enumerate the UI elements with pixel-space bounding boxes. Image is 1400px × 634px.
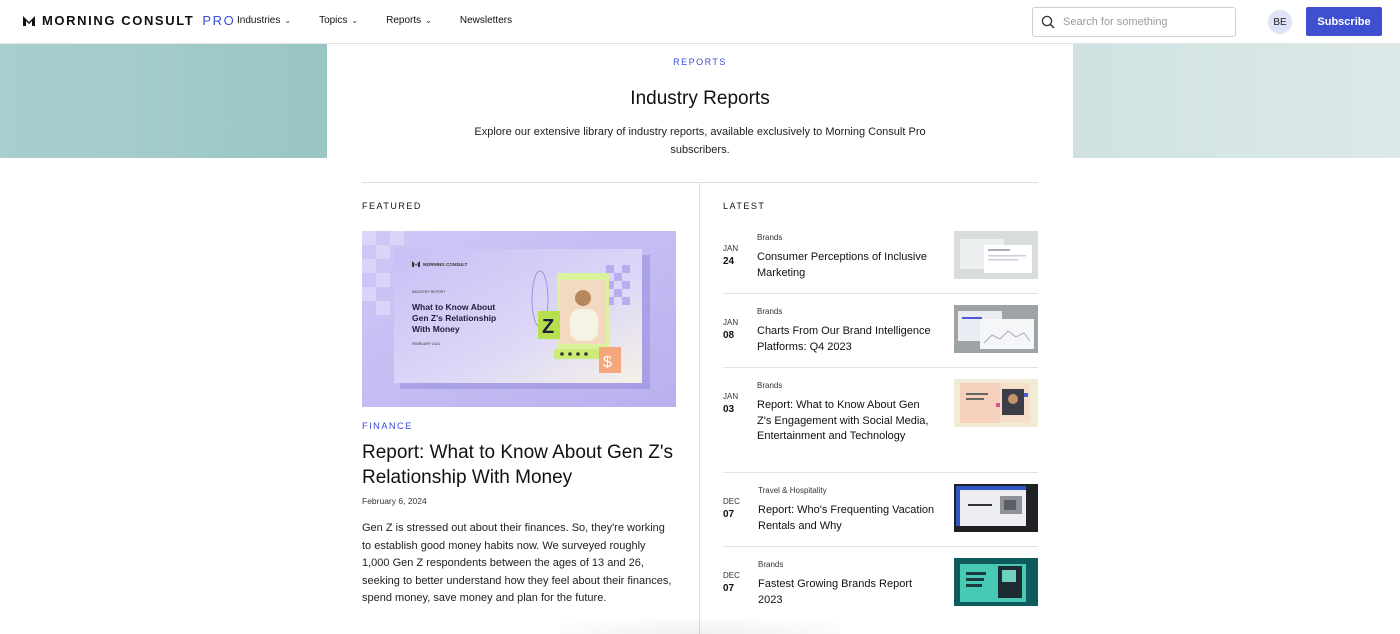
scroll-fade: [560, 620, 840, 634]
item-day: 07: [723, 583, 735, 594]
page-eyebrow: REPORTS: [673, 57, 727, 67]
latest-item[interactable]: JAN 08 Brands Charts From Our Brand Inte…: [723, 305, 1038, 368]
item-month: JAN: [723, 392, 739, 401]
latest-item[interactable]: DEC 07 Brands Fastest Growing Brands Rep…: [723, 558, 1038, 620]
search-input[interactable]: [1063, 16, 1223, 28]
item-category[interactable]: Brands: [758, 560, 783, 569]
featured-section-label: FEATURED: [362, 201, 422, 211]
item-category[interactable]: Brands: [757, 381, 782, 390]
nav-topics-label: Topics: [319, 15, 348, 26]
latest-section-label: LATEST: [723, 201, 766, 211]
nav-industries-label: Industries: [237, 15, 281, 26]
item-title[interactable]: Fastest Growing Brands Report 2023: [758, 577, 938, 608]
svg-text:FEBRUARY 2024: FEBRUARY 2024: [412, 342, 440, 346]
svg-text:$: $: [603, 354, 612, 371]
featured-report-image[interactable]: MORNING CONSULT INDUSTRY REPORT What to …: [362, 231, 676, 407]
featured-summary: Gen Z is stressed out about their financ…: [362, 522, 672, 604]
logo-text: MORNING CONSULT: [42, 13, 195, 28]
hero-decoration-left: [0, 44, 327, 158]
nav-reports[interactable]: Reports ⌄: [386, 15, 432, 26]
main-menu: Industries ⌄ Topics ⌄ Reports ⌄ Newslett…: [237, 15, 512, 26]
featured-title[interactable]: Report: What to Know About Gen Z's Relat…: [362, 440, 682, 490]
search-icon: [1041, 15, 1055, 29]
chevron-down-icon: ⌄: [284, 16, 292, 25]
item-month: JAN: [723, 244, 739, 253]
item-day: 08: [723, 330, 735, 341]
svg-text:MORNING CONSULT: MORNING CONSULT: [423, 262, 468, 267]
column-divider: [699, 183, 700, 634]
search-box[interactable]: [1032, 7, 1236, 37]
hero-decoration-right: [1073, 44, 1400, 158]
svg-text:INDUSTRY REPORT: INDUSTRY REPORT: [412, 290, 446, 294]
latest-item[interactable]: JAN 03 Brands Report: What to Know About…: [723, 379, 1038, 473]
item-month: DEC: [723, 497, 740, 506]
item-separator: [723, 293, 1038, 294]
nav-newsletters[interactable]: Newsletters: [460, 15, 512, 26]
page-description: Explore our extensive library of industr…: [474, 126, 926, 156]
nav-reports-label: Reports: [386, 15, 422, 26]
item-day: 03: [723, 404, 735, 415]
item-day: 07: [723, 509, 735, 520]
top-navigation: MORNING CONSULT PRO Industries ⌄ Topics …: [0, 0, 1400, 44]
nav-industries[interactable]: Industries ⌄: [237, 15, 291, 26]
item-thumbnail[interactable]: [954, 379, 1038, 427]
item-category[interactable]: Brands: [757, 233, 782, 242]
logo-pro-suffix: PRO: [202, 13, 236, 28]
item-separator: [723, 367, 1038, 368]
nav-topics[interactable]: Topics ⌄: [319, 15, 358, 26]
item-thumbnail[interactable]: [954, 558, 1038, 606]
item-separator: [723, 472, 1038, 473]
user-avatar[interactable]: BE: [1268, 10, 1292, 34]
item-title[interactable]: Consumer Perceptions of Inclusive Market…: [757, 250, 937, 281]
item-title[interactable]: Report: Who's Frequenting Vacation Renta…: [758, 503, 938, 534]
latest-item[interactable]: JAN 24 Brands Consumer Perceptions of In…: [723, 231, 1038, 294]
featured-category[interactable]: FINANCE: [362, 421, 413, 432]
nav-newsletters-label: Newsletters: [459, 15, 513, 26]
item-title[interactable]: Report: What to Know About Gen Z's Engag…: [757, 398, 937, 445]
item-day: 24: [723, 256, 735, 267]
item-thumbnail[interactable]: [954, 484, 1038, 532]
featured-date: February 6, 2024: [362, 496, 427, 506]
content-divider: [362, 182, 1038, 183]
item-month: DEC: [723, 571, 740, 580]
chevron-down-icon: ⌄: [351, 16, 359, 25]
subscribe-button[interactable]: Subscribe: [1306, 7, 1382, 36]
page-title: Industry Reports: [630, 88, 770, 109]
item-category[interactable]: Travel & Hospitality: [758, 486, 827, 495]
latest-item[interactable]: DEC 07 Travel & Hospitality Report: Who'…: [723, 484, 1038, 547]
item-thumbnail[interactable]: [954, 231, 1038, 279]
item-title[interactable]: Charts From Our Brand Intelligence Platf…: [757, 324, 937, 355]
morning-consult-logo-icon: [23, 15, 35, 26]
svg-text:Z: Z: [542, 316, 554, 338]
item-thumbnail[interactable]: [954, 305, 1038, 353]
logo[interactable]: MORNING CONSULT PRO: [22, 13, 235, 28]
item-month: JAN: [723, 318, 739, 327]
chevron-down-icon: ⌄: [425, 16, 432, 25]
item-category[interactable]: Brands: [757, 307, 782, 316]
item-separator: [723, 546, 1038, 547]
